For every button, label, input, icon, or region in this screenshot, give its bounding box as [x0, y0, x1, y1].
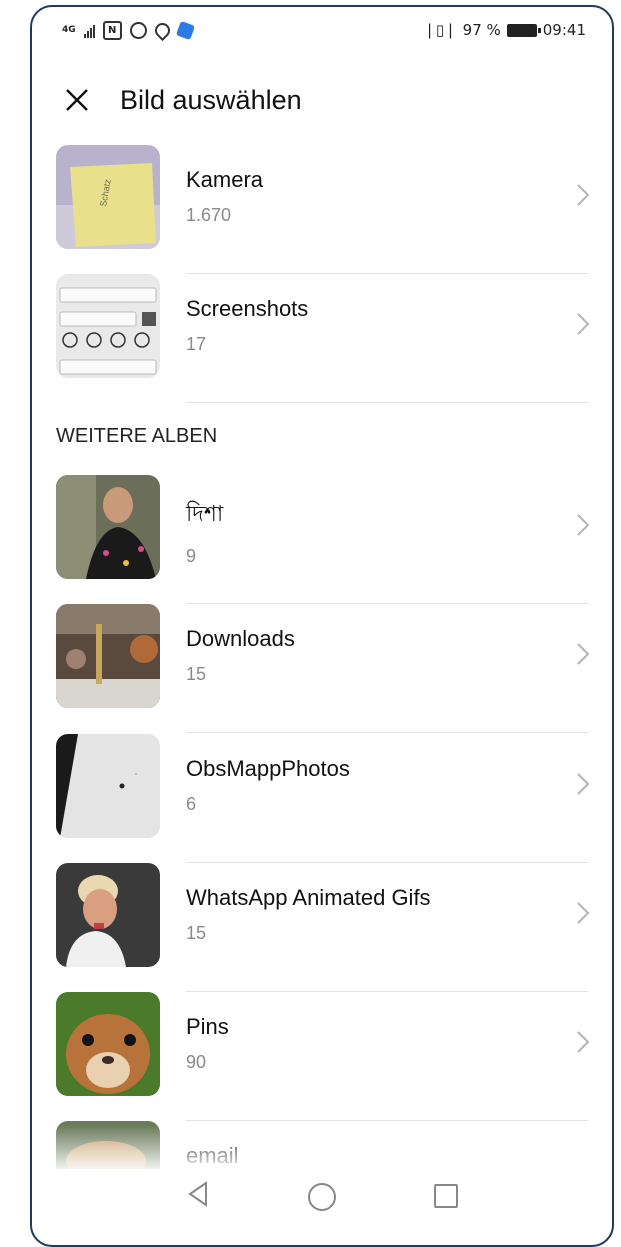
album-count: 9 — [186, 546, 197, 566]
app-bar: Bild auswählen — [32, 75, 612, 127]
album-thumbnail — [56, 604, 160, 708]
album-text: Downloads 15 — [186, 626, 295, 685]
scroll-fade — [32, 1125, 612, 1169]
album-thumbnail — [56, 475, 160, 579]
status-icons-right: ❘▯❘ 97 % 09:41 — [423, 21, 586, 39]
album-thumbnail — [56, 274, 160, 378]
album-count: 1.670 — [186, 205, 232, 225]
chevron-right-icon — [577, 773, 590, 795]
album-count: 15 — [186, 664, 207, 684]
album-count: 6 — [186, 794, 197, 814]
album-name: Screenshots — [186, 296, 309, 321]
album-thumbnail — [56, 863, 160, 967]
close-icon[interactable] — [62, 85, 92, 115]
album-thumbnail — [56, 734, 160, 838]
album-row-pins[interactable]: Pins 90 — [32, 992, 612, 1121]
phone-screen: 4G N ❘▯❘ 97 % 09:41 Bild auswählen Schat… — [30, 5, 614, 1247]
chevron-right-icon — [577, 184, 590, 206]
divider — [186, 402, 588, 403]
album-text: Screenshots 17 — [186, 296, 308, 355]
album-row-screenshots[interactable]: Screenshots 17 — [32, 274, 612, 403]
album-text: দিশা 9 — [186, 497, 223, 567]
album-name: Downloads — [186, 626, 295, 651]
chevron-right-icon — [577, 1031, 590, 1053]
chevron-right-icon — [577, 313, 590, 335]
home-icon[interactable] — [308, 1183, 336, 1211]
album-count: 15 — [186, 923, 207, 943]
navigation-bar — [32, 1169, 612, 1225]
nfc-icon: N — [102, 21, 122, 40]
album-name: Pins — [186, 1014, 229, 1039]
divider — [186, 732, 588, 733]
album-name: ObsMappPhotos — [186, 756, 350, 781]
notification-app-icon — [175, 20, 195, 41]
alarm-icon — [129, 22, 147, 39]
album-name: দিশা — [186, 501, 224, 526]
network-type-label: 4G — [62, 25, 76, 35]
album-row-kamera[interactable]: Schatz Kamera 1.670 — [32, 145, 612, 274]
signal-icon — [83, 24, 95, 38]
vibrate-icon: ❘▯❘ — [423, 21, 457, 39]
album-count: 90 — [186, 1052, 207, 1072]
section-header: WEITERE ALBEN — [56, 425, 218, 447]
chevron-right-icon — [577, 902, 590, 924]
album-text: Kamera 1.670 — [186, 167, 263, 226]
status-icons-left: 4G N — [62, 19, 195, 42]
battery-icon — [506, 23, 541, 37]
location-icon — [151, 19, 173, 42]
album-text: ObsMappPhotos 6 — [186, 756, 350, 815]
clock: 09:41 — [542, 21, 586, 39]
album-thumbnail: Schatz — [56, 145, 160, 249]
chevron-right-icon — [577, 514, 590, 536]
chevron-right-icon — [577, 643, 590, 665]
album-row-downloads[interactable]: Downloads 15 — [32, 604, 612, 733]
page-title: Bild auswählen — [120, 85, 302, 115]
album-row-obsmappphotos[interactable]: ObsMappPhotos 6 — [32, 734, 612, 863]
album-thumbnail — [56, 992, 160, 1096]
album-row-whatsapp-animated-gifs[interactable]: WhatsApp Animated Gifs 15 — [32, 863, 612, 992]
album-row-disha[interactable]: দিশা 9 — [32, 475, 612, 604]
album-name: Kamera — [186, 167, 264, 192]
album-count: 17 — [186, 334, 207, 354]
album-name: WhatsApp Animated Gifs — [186, 885, 431, 910]
recent-apps-icon[interactable] — [434, 1184, 458, 1208]
back-icon[interactable] — [187, 1181, 209, 1207]
battery-percent: 97 % — [462, 21, 501, 39]
album-text: WhatsApp Animated Gifs 15 — [186, 885, 431, 944]
status-bar: 4G N ❘▯❘ 97 % 09:41 — [32, 7, 612, 55]
album-text: Pins 90 — [186, 1014, 229, 1073]
